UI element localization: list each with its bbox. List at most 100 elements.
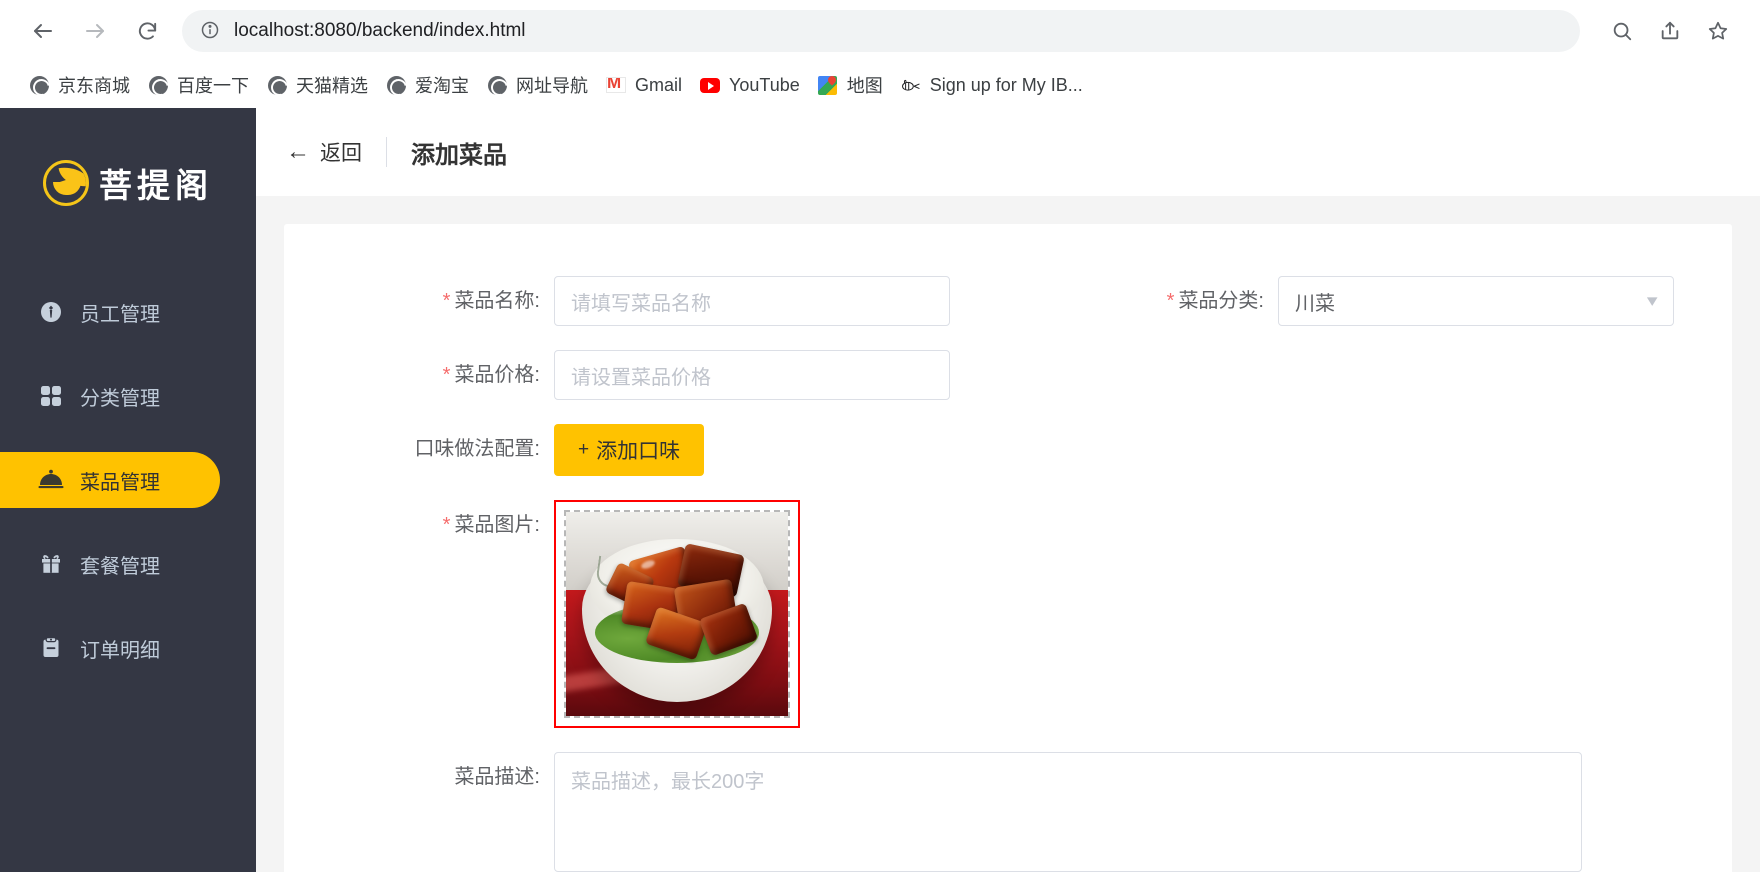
content-area: * 菜品名称: 请填写菜品名称 * 菜品价格: 请设置菜品价格 口味做法配置: … (256, 196, 1760, 872)
back-button[interactable] (22, 10, 64, 52)
dish-category-value: 川菜 (1295, 292, 1335, 315)
forward-button[interactable] (74, 10, 116, 52)
bookmark-label: YouTube (729, 74, 800, 95)
brand-name: 菩提阁 (99, 166, 213, 205)
dish-cloche-icon (38, 467, 64, 493)
globe-favicon-icon (148, 75, 168, 95)
dish-description-textarea[interactable]: 菜品描述，最长200字 (554, 752, 1582, 872)
dish-name-placeholder: 请填写菜品名称 (571, 292, 711, 315)
required-star: * (442, 514, 451, 536)
add-flavor-button[interactable]: + 添加口味 (554, 424, 705, 476)
bookmark-item[interactable]: 百度一下 (139, 68, 258, 102)
bee-favicon-icon (901, 75, 921, 95)
address-bar[interactable]: localhost:8080/backend/index.html (182, 10, 1580, 52)
dish-image-dropzone[interactable] (564, 510, 790, 718)
dish-price-label: * 菜品价格: (442, 364, 540, 386)
flavor-config-label: 口味做法配置: (414, 438, 540, 460)
globe-favicon-icon (386, 75, 406, 95)
field-dish-price: * 菜品价格: 请设置菜品价格 (284, 350, 1008, 400)
bookmark-item[interactable]: YouTube (691, 68, 809, 102)
form-top-grid: * 菜品名称: 请填写菜品名称 * 菜品价格: 请设置菜品价格 口味做法配置: … (284, 276, 1732, 752)
sidebar-item-employee[interactable]: 员工管理 (0, 284, 214, 340)
dish-price-input[interactable]: 请设置菜品价格 (554, 350, 950, 400)
back-arrow-icon: ← (286, 138, 310, 165)
brand-logo: 菩提阁 (0, 108, 256, 238)
category-grid-icon (38, 383, 64, 409)
add-flavor-label: 添加口味 (596, 440, 681, 463)
bookmark-label: 爱淘宝 (415, 76, 469, 96)
bookmark-item[interactable]: Gmail (597, 68, 691, 102)
dish-image-uploader[interactable] (554, 500, 800, 728)
sidebar-item-category[interactable]: 分类管理 (0, 368, 214, 424)
page-header: ← 返回 添加菜品 (256, 108, 1760, 196)
required-star: * (1166, 290, 1175, 312)
dish-price-placeholder: 请设置菜品价格 (571, 366, 711, 389)
dish-name-label: * 菜品名称: (442, 290, 540, 312)
chevron-down-icon: ▾ (1647, 291, 1659, 310)
sidebar: 菩提阁 员工管理 分类管理 菜品管理 套餐管理 订单明细 (0, 108, 256, 872)
dish-category-label: * 菜品分类: (1166, 290, 1264, 312)
required-star: * (442, 364, 451, 386)
zoom-icon[interactable] (1602, 11, 1642, 51)
sidebar-item-dish[interactable]: 菜品管理 (0, 452, 220, 508)
field-dish-category: * 菜品分类: 川菜 ▾ (1008, 276, 1732, 326)
bookmark-item[interactable]: 地图 (809, 68, 892, 102)
url-text: localhost:8080/backend/index.html (234, 20, 526, 41)
page-title: 添加菜品 (411, 141, 507, 169)
back-label: 返回 (320, 142, 362, 165)
sidebar-item-label: 订单明细 (80, 639, 160, 662)
globe-favicon-icon (29, 75, 49, 95)
bookmark-item[interactable]: 网址导航 (478, 68, 597, 102)
site-info-icon[interactable] (200, 20, 222, 42)
dish-name-input[interactable]: 请填写菜品名称 (554, 276, 950, 326)
dish-image-preview (566, 512, 788, 716)
youtube-favicon-icon (700, 75, 721, 95)
back-link[interactable]: ← 返回 (286, 137, 362, 167)
google-maps-favicon-icon (818, 75, 838, 95)
required-star: * (442, 290, 451, 312)
bookmark-label: 地图 (846, 76, 883, 96)
sidebar-item-label: 菜品管理 (80, 471, 160, 494)
bookmark-label: 百度一下 (177, 76, 249, 96)
bookmark-label: 天猫精选 (296, 76, 368, 96)
globe-favicon-icon (267, 75, 287, 95)
dish-image-label: * 菜品图片: (442, 514, 540, 536)
browser-toolbar: localhost:8080/backend/index.html (0, 0, 1760, 62)
sidebar-item-order[interactable]: 订单明细 (0, 620, 214, 676)
dish-category-select[interactable]: 川菜 ▾ (1278, 276, 1674, 326)
main-region: ← 返回 添加菜品 * 菜品名称: 请填写菜品名称 * 菜品价格: 请设置菜品价… (256, 108, 1760, 872)
share-icon[interactable] (1650, 11, 1690, 51)
plus-icon: + (578, 439, 590, 460)
bookmark-item[interactable]: 天猫精选 (258, 68, 377, 102)
sidebar-item-setmeal[interactable]: 套餐管理 (0, 536, 214, 592)
field-flavor-config: 口味做法配置: + 添加口味 (284, 424, 1008, 476)
field-dish-image: * 菜品图片: (284, 500, 1008, 728)
bookmark-label: 京东商城 (58, 76, 130, 96)
browser-chrome: localhost:8080/backend/index.html 京东商城 百… (0, 0, 1760, 108)
field-dish-name: * 菜品名称: 请填写菜品名称 (284, 276, 1008, 326)
bookmark-item[interactable]: 京东商城 (20, 68, 139, 102)
admin-app: 菩提阁 员工管理 分类管理 菜品管理 套餐管理 订单明细 ← 返回 添加菜品 *… (0, 108, 1760, 872)
app-root: 菩提阁 员工管理 分类管理 菜品管理 套餐管理 订单明细 ← 返回 添加菜品 *… (0, 108, 1760, 872)
sidebar-item-label: 分类管理 (80, 387, 160, 410)
add-dish-form-card: * 菜品名称: 请填写菜品名称 * 菜品价格: 请设置菜品价格 口味做法配置: … (284, 224, 1732, 872)
bookmark-label: Gmail (635, 74, 683, 95)
globe-favicon-icon (487, 75, 507, 95)
field-dish-description: 菜品描述: 菜品描述，最长200字 (284, 752, 1732, 872)
gift-box-icon (38, 551, 64, 577)
bookmark-item[interactable]: Sign up for My IB... (892, 68, 1092, 102)
dish-description-label: 菜品描述: (454, 766, 540, 788)
leaf-bowl-logo-icon (43, 160, 89, 206)
clipboard-icon (38, 635, 64, 661)
bookmark-label: Sign up for My IB... (929, 74, 1083, 95)
reload-button[interactable] (126, 10, 168, 52)
bookmark-label: 网址导航 (516, 76, 588, 96)
bookmark-star-icon[interactable] (1698, 11, 1738, 51)
employee-icon (38, 299, 64, 325)
toolbar-icon-group (1594, 11, 1738, 51)
sidebar-item-label: 员工管理 (80, 303, 160, 326)
dish-description-placeholder: 菜品描述，最长200字 (571, 771, 765, 793)
bookmarks-bar: 京东商城 百度一下 天猫精选 爱淘宝 网址导航 Gmail YouTube 地 (0, 62, 1760, 108)
bookmark-item[interactable]: 爱淘宝 (377, 68, 478, 102)
sidebar-menu: 员工管理 分类管理 菜品管理 套餐管理 订单明细 (0, 284, 256, 676)
